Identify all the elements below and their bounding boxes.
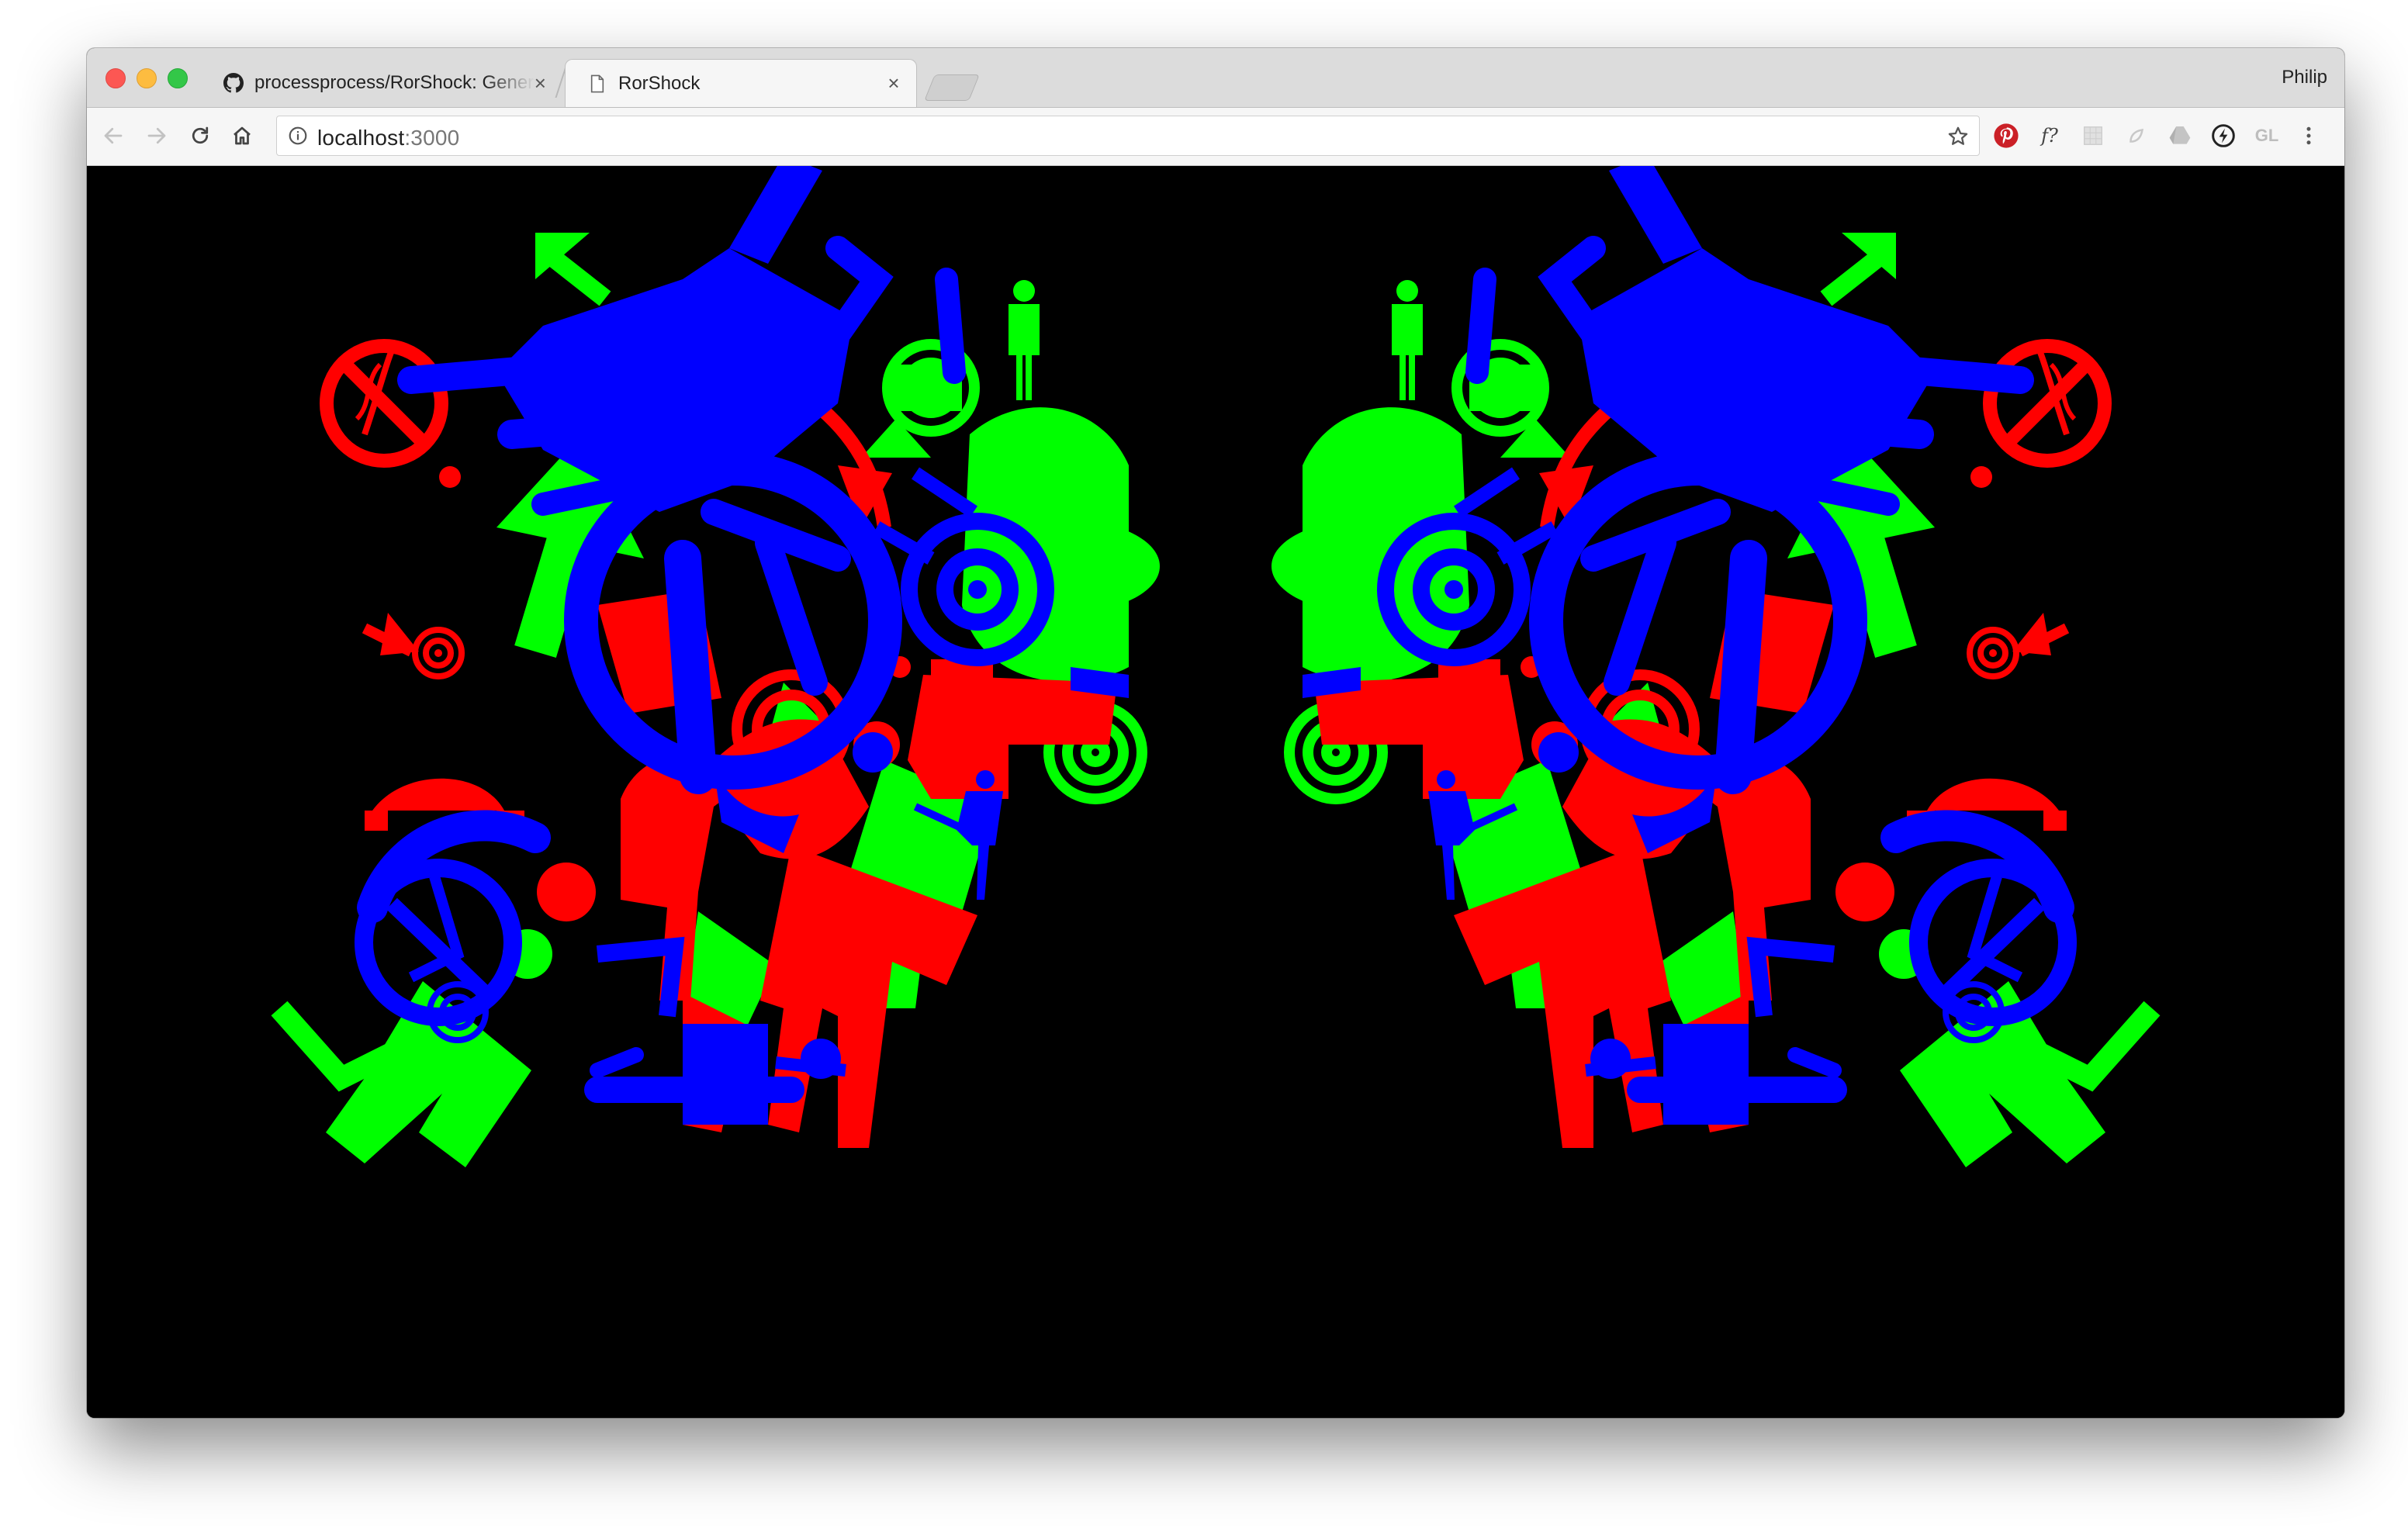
tab-github[interactable]: processprocess/RorShock: Generate inkblo…	[202, 59, 559, 107]
address-bar[interactable]: localhost:3000	[276, 116, 1980, 156]
url-port: :3000	[404, 126, 460, 150]
page-content	[87, 166, 2344, 1418]
back-button[interactable]	[95, 117, 132, 154]
pinterest-icon[interactable]	[1991, 120, 2022, 151]
gl-icon[interactable]: GL	[2251, 120, 2282, 151]
home-icon	[234, 126, 251, 145]
tab-rorshock[interactable]: RorShock ×	[565, 59, 917, 107]
window-minimize-button[interactable]	[137, 68, 157, 88]
close-tab-icon[interactable]: ×	[884, 71, 904, 95]
close-tab-icon[interactable]: ×	[535, 71, 546, 95]
bookmark-star-icon[interactable]	[1946, 125, 1970, 148]
info-icon[interactable]	[288, 126, 308, 146]
url-host: localhost	[317, 126, 405, 150]
tab-title: processprocess/RorShock: Generate inkblo…	[254, 72, 535, 93]
browser-window: processprocess/RorShock: Generate inkblo…	[87, 48, 2344, 1418]
extension-icon[interactable]	[2121, 120, 2152, 151]
menu-icon[interactable]	[2293, 120, 2324, 151]
new-tab-button[interactable]	[924, 74, 980, 101]
tab-title: RorShock	[618, 72, 701, 94]
profile-name[interactable]: Philip	[2282, 67, 2327, 88]
window-close-button[interactable]	[106, 68, 126, 88]
home-button[interactable]	[223, 117, 261, 154]
forward-arrow-icon	[147, 127, 166, 144]
back-arrow-icon	[104, 127, 123, 144]
inkblot-canvas	[87, 166, 2344, 1418]
window-maximize-button[interactable]	[168, 68, 188, 88]
reload-button[interactable]	[182, 117, 219, 154]
drive-icon[interactable]	[2164, 120, 2195, 151]
url-text: localhost:3000	[317, 126, 459, 150]
github-icon	[223, 73, 244, 93]
whatfont-icon[interactable]: f?	[2034, 120, 2065, 151]
forward-button[interactable]	[138, 117, 175, 154]
tab-strip: processprocess/RorShock: Generate inkblo…	[87, 48, 2344, 108]
extension-icon[interactable]	[2208, 120, 2239, 151]
page-icon	[590, 74, 604, 92]
extension-icon[interactable]	[2078, 120, 2109, 151]
toolbar: localhost:3000 f? GL	[87, 108, 2344, 166]
reload-icon	[192, 126, 209, 144]
